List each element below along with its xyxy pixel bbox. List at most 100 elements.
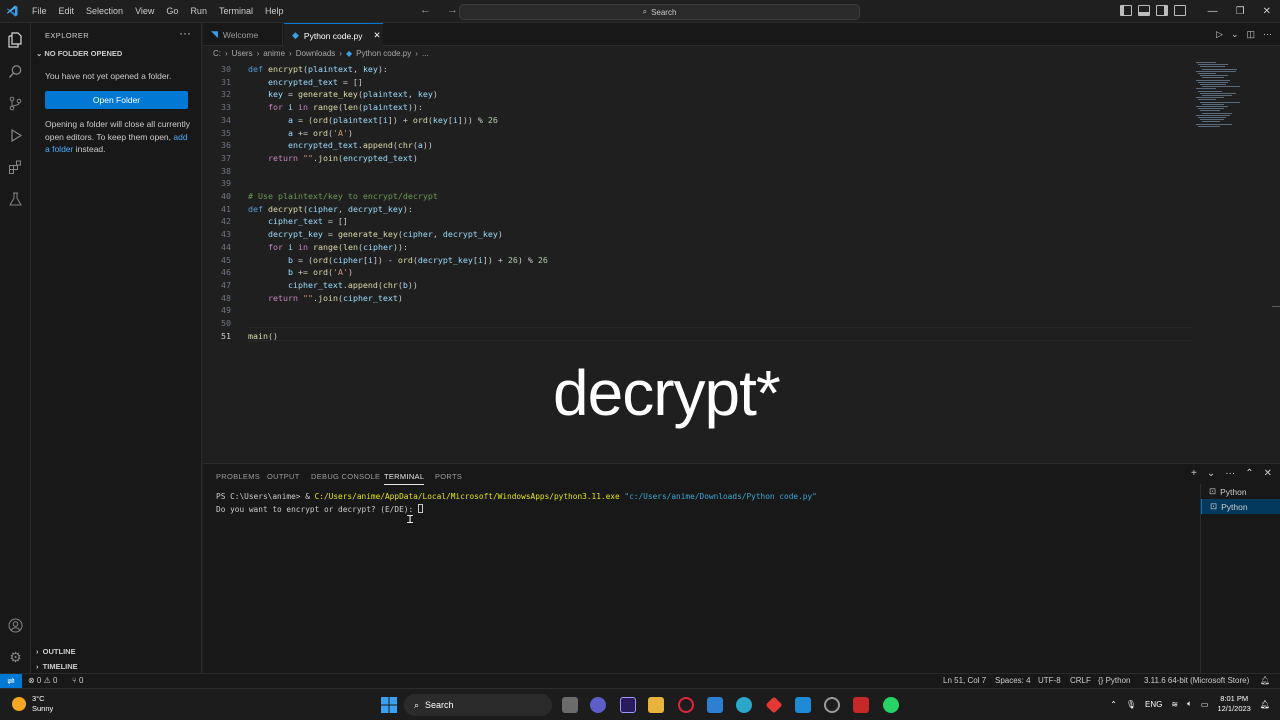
ports-count[interactable]: ⑂ 0: [72, 676, 83, 685]
menu-file[interactable]: File: [26, 6, 53, 16]
notification-center-icon[interactable]: 🔔︎: [1260, 700, 1270, 709]
timeline-section[interactable]: › TIMELINE: [36, 662, 78, 671]
vscode-taskbar-icon[interactable]: [795, 697, 811, 713]
notifications-bell-icon[interactable]: 🔔︎: [1260, 676, 1270, 685]
encoding[interactable]: UTF-8: [1038, 676, 1061, 685]
line-number: 45: [221, 254, 231, 265]
breadcrumb-item[interactable]: anime: [263, 49, 285, 58]
close-icon[interactable]: ✕: [1254, 6, 1280, 17]
task-view-icon[interactable]: [562, 697, 578, 713]
tab-problems[interactable]: PROBLEMS: [216, 472, 260, 481]
problems-count[interactable]: ⊗ 0 ⚠ 0: [28, 676, 57, 685]
wifi-icon[interactable]: ≋: [1171, 700, 1178, 709]
back-arrow-icon[interactable]: ←: [420, 4, 431, 16]
minimap-line: [1202, 86, 1240, 88]
weather-widget[interactable]: 3°C Sunny: [12, 694, 53, 714]
windows-start-icon[interactable]: [381, 697, 397, 713]
new-terminal-icon[interactable]: +: [1191, 468, 1197, 479]
menu-view[interactable]: View: [129, 6, 160, 16]
menu-edit[interactable]: Edit: [53, 6, 81, 16]
command-center-search[interactable]: ⌕ Search: [459, 4, 860, 20]
chevron-down-icon[interactable]: ⌄: [1231, 29, 1239, 40]
volume-icon[interactable]: 🔈︎: [1187, 699, 1192, 709]
breadcrumb-item[interactable]: Users: [232, 49, 253, 58]
remote-indicator-icon[interactable]: ⇌: [0, 674, 22, 688]
maximize-icon[interactable]: ❐: [1227, 6, 1254, 17]
input-language[interactable]: ENG: [1145, 700, 1162, 709]
terminal-line-2[interactable]: Do you want to encrypt or decrypt? (E/DE…: [216, 504, 423, 514]
source-control-icon[interactable]: [7, 95, 24, 112]
minimap-line: [1200, 84, 1226, 85]
customize-layout-icon[interactable]: [1174, 5, 1186, 16]
whatsapp-icon[interactable]: [883, 697, 899, 713]
minimap-line: [1196, 123, 1232, 125]
edge-icon[interactable]: [736, 697, 752, 713]
close-tab-icon[interactable]: ✕: [374, 30, 381, 41]
explorer-icon[interactable]: [7, 31, 24, 48]
outline-section[interactable]: › OUTLINE: [36, 647, 76, 656]
hint-text: Opening a folder will close all currentl…: [45, 119, 191, 142]
toggle-secondary-sidebar-icon[interactable]: [1156, 5, 1168, 16]
testing-icon[interactable]: [7, 191, 24, 208]
more-actions-icon[interactable]: ···: [1225, 468, 1235, 479]
maximize-panel-icon[interactable]: ⌃: [1245, 468, 1253, 479]
battery-icon[interactable]: ▭: [1201, 700, 1209, 709]
terminal-instance[interactable]: ⊡ Python: [1201, 499, 1280, 514]
premiere-pro-icon[interactable]: [620, 697, 636, 713]
terminal-instance[interactable]: ⊡ Python: [1201, 484, 1280, 499]
tab-terminal[interactable]: TERMINAL: [384, 472, 425, 485]
tab-ports[interactable]: PORTS: [435, 472, 462, 481]
menu-go[interactable]: Go: [160, 6, 184, 16]
breadcrumb-item[interactable]: ...: [422, 49, 429, 58]
chrome-icon[interactable]: [824, 697, 840, 713]
manage-gear-icon[interactable]: ⚙: [7, 649, 24, 666]
tab-welcome[interactable]: ◥ Welcome: [203, 23, 283, 46]
search-icon[interactable]: [7, 63, 24, 80]
toggle-panel-icon[interactable]: [1138, 5, 1150, 16]
more-actions-icon[interactable]: ···: [179, 26, 191, 40]
cursor-position[interactable]: Ln 51, Col 7: [943, 676, 986, 685]
clock[interactable]: 8:01 PM 12/1/2023: [1217, 694, 1250, 714]
teams-chat-icon[interactable]: [590, 697, 606, 713]
opera-icon[interactable]: [678, 697, 694, 713]
toggle-primary-sidebar-icon[interactable]: [1120, 5, 1132, 16]
split-editor-icon[interactable]: ◫: [1246, 29, 1255, 40]
microsoft-store-icon[interactable]: [707, 697, 723, 713]
more-actions-icon[interactable]: ···: [1263, 29, 1272, 40]
extensions-icon[interactable]: [7, 159, 24, 176]
run-file-icon[interactable]: ▷: [1216, 29, 1223, 40]
chevron-down-icon[interactable]: ⌄: [1207, 468, 1215, 479]
run-debug-icon[interactable]: [7, 127, 24, 144]
chevron-up-icon[interactable]: ⌃: [1110, 700, 1117, 709]
python-interpreter[interactable]: 3.11.6 64-bit (Microsoft Store): [1144, 676, 1249, 685]
eol[interactable]: CRLF: [1070, 676, 1091, 685]
line-number: 50: [221, 318, 231, 328]
tab-output[interactable]: OUTPUT: [267, 472, 300, 481]
tab-debug-console[interactable]: DEBUG CONSOLE: [311, 472, 380, 481]
app-red-icon[interactable]: [853, 697, 869, 713]
accounts-icon[interactable]: [7, 617, 24, 634]
close-panel-icon[interactable]: ✕: [1264, 468, 1272, 479]
indentation[interactable]: Spaces: 4: [995, 676, 1031, 685]
minimize-icon[interactable]: —: [1199, 6, 1227, 17]
minimap[interactable]: [1193, 60, 1268, 140]
open-folder-button[interactable]: Open Folder: [45, 91, 188, 109]
app-red-diamond-icon[interactable]: [765, 696, 783, 714]
activity-bar: ⚙: [0, 23, 31, 673]
file-explorer-icon[interactable]: [648, 697, 664, 713]
tab-label: Python code.py: [303, 30, 363, 41]
code-line: b += ord('A'): [287, 267, 353, 278]
forward-arrow-icon[interactable]: →: [447, 4, 458, 16]
menu-help[interactable]: Help: [259, 6, 290, 16]
no-folder-section[interactable]: ⌄ NO FOLDER OPENED: [36, 49, 122, 58]
menu-selection[interactable]: Selection: [80, 6, 129, 16]
microphone-icon[interactable]: 🎙︎: [1126, 700, 1136, 709]
breadcrumb-item[interactable]: Downloads: [296, 49, 336, 58]
menu-run[interactable]: Run: [184, 6, 213, 16]
taskbar-search[interactable]: ⌕ Search: [404, 694, 552, 716]
breadcrumb-item[interactable]: Python code.py: [356, 49, 411, 58]
menu-terminal[interactable]: Terminal: [213, 6, 259, 16]
tab-python-code[interactable]: ◆ Python code.py ✕: [284, 23, 383, 47]
language-mode[interactable]: {} Python: [1098, 676, 1130, 685]
breadcrumb-item[interactable]: C:: [213, 49, 221, 58]
